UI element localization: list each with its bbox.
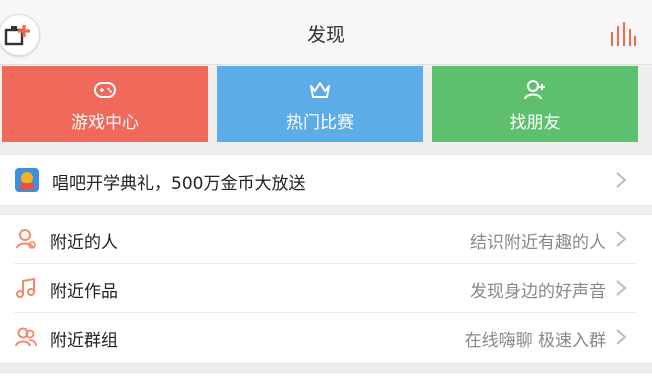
tile-find-friends[interactable]: 找朋友 <box>432 66 638 142</box>
feature-tiles: 游戏中心 热门比赛 找朋友 <box>0 66 652 142</box>
tile-label: 热门比赛 <box>286 113 354 133</box>
chevron-right-icon <box>616 231 627 247</box>
chevron-right-icon <box>616 280 627 296</box>
row-label: 附近的人 <box>50 233 118 253</box>
music-note-icon <box>16 277 35 298</box>
list-item-nearby-groups[interactable]: 附近群组 在线嗨聊 极速入群 <box>0 313 652 362</box>
banner-text: 唱吧开学典礼，500万金币大放送 <box>52 174 306 194</box>
nearby-list: 附近的人 结识附近有趣的人 附近作品 发现身边的好声音 附近群组 在线嗨聊 极速… <box>0 214 652 364</box>
promo-banner[interactable]: 唱吧开学典礼，500万金币大放送 <box>0 154 652 206</box>
tile-label: 游戏中心 <box>71 113 139 133</box>
row-description: 在线嗨聊 极速入群 <box>464 331 606 351</box>
list-item-nearby-works[interactable]: 附近作品 发现身边的好声音 <box>0 264 652 313</box>
row-description: 发现身边的好声音 <box>470 282 606 302</box>
top-bar: 发现 <box>0 0 652 65</box>
row-description: 结识附近有趣的人 <box>470 233 606 253</box>
promo-icon <box>15 168 39 192</box>
bar-chart-icon[interactable] <box>609 22 637 46</box>
group-icon <box>15 327 37 347</box>
next-section-edge <box>0 372 652 378</box>
gamepad-icon <box>94 82 116 98</box>
crown-icon <box>310 82 330 98</box>
list-item-nearby-people[interactable]: 附近的人 结识附近有趣的人 <box>0 215 652 264</box>
tile-hot-contests[interactable]: 热门比赛 <box>217 66 423 142</box>
chevron-right-icon <box>616 329 627 345</box>
person-icon <box>16 229 36 249</box>
add-friend-icon <box>524 80 545 100</box>
row-label: 附近作品 <box>50 282 118 302</box>
chevron-right-icon <box>616 172 627 188</box>
row-label: 附近群组 <box>50 331 118 351</box>
page-title: 发现 <box>306 24 345 46</box>
tile-label: 找朋友 <box>509 113 561 133</box>
tile-game-center[interactable]: 游戏中心 <box>2 66 208 142</box>
